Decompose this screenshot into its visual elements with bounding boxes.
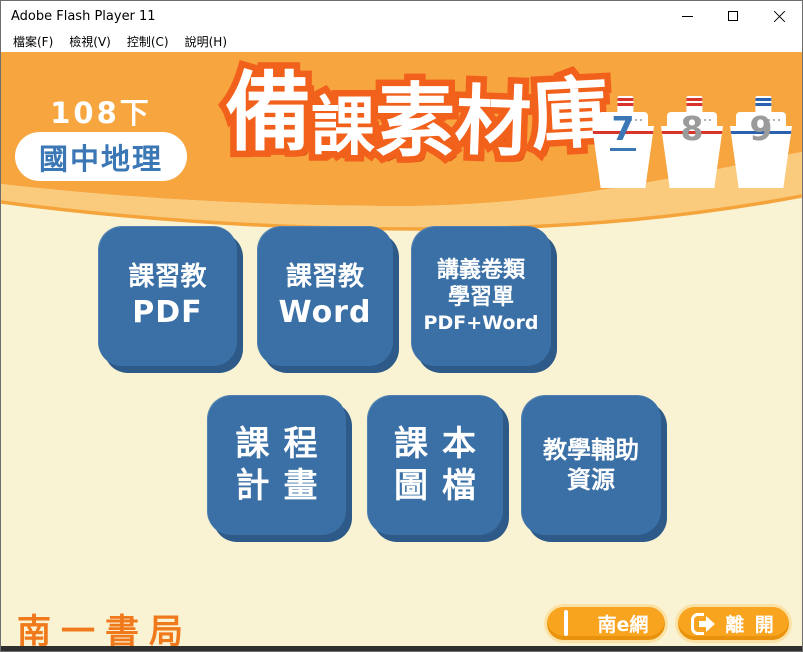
exit-button[interactable]: 離 開 bbox=[675, 604, 792, 643]
menu-bar: 檔案(F) 檢視(V) 控制(C) 說明(H) bbox=[1, 31, 802, 52]
button-line: 教學輔助 bbox=[543, 436, 639, 464]
nan-e-web-button[interactable]: 南e網 bbox=[544, 604, 668, 643]
grade-number: 7 bbox=[592, 112, 654, 151]
button-line: 圖檔 bbox=[394, 466, 490, 506]
menu-help[interactable]: 說明(H) bbox=[177, 31, 235, 52]
button-line: PDF+Word bbox=[423, 311, 539, 334]
monitor-icon bbox=[563, 609, 590, 636]
menu-view[interactable]: 檢視(V) bbox=[61, 31, 119, 52]
subject-badge: 國中地理 bbox=[15, 132, 187, 181]
grade-tab-8[interactable]: 8 bbox=[661, 96, 723, 188]
button-line: 資源 bbox=[567, 466, 615, 494]
page-title: 備課素材庫 備課素材庫 bbox=[219, 62, 618, 220]
flash-stage: 108下 國中地理 備課素材庫 備課素材庫 7 8 9 課習教 PDF 課習教 … bbox=[1, 52, 802, 651]
button-line: 課本 bbox=[394, 423, 490, 464]
grade-tab-7[interactable]: 7 bbox=[592, 96, 654, 188]
grade-tabs: 7 8 9 bbox=[592, 96, 792, 188]
nan-e-web-label: 南e網 bbox=[597, 614, 649, 636]
button-kexijiao-word[interactable]: 課習教 Word bbox=[257, 226, 393, 366]
window-controls bbox=[664, 1, 802, 31]
button-line: 課習教 bbox=[128, 262, 207, 292]
button-line: PDF bbox=[132, 294, 203, 330]
button-line: 課習教 bbox=[285, 262, 364, 292]
minimize-icon bbox=[681, 15, 693, 17]
close-button[interactable] bbox=[756, 1, 802, 31]
menu-file[interactable]: 檔案(F) bbox=[5, 31, 61, 52]
button-line: 學習單 bbox=[447, 285, 514, 311]
page-title-text: 備課素材庫 bbox=[225, 63, 612, 168]
maximize-button[interactable] bbox=[710, 1, 756, 31]
menu-control[interactable]: 控制(C) bbox=[119, 31, 177, 52]
exit-label: 離 開 bbox=[725, 614, 776, 636]
stage-bottom-strip bbox=[1, 646, 802, 651]
minimize-button[interactable] bbox=[664, 1, 710, 31]
button-kexijiao-pdf[interactable]: 課習教 PDF bbox=[98, 226, 237, 366]
maximize-icon bbox=[728, 11, 738, 21]
grade-tab-9[interactable]: 9 bbox=[730, 96, 792, 188]
grade-number: 8 bbox=[680, 109, 704, 148]
window: Adobe Flash Player 11 檔案(F) 檢視(V) 控制(C) … bbox=[0, 0, 803, 652]
button-teaching-aids[interactable]: 教學輔助 資源 bbox=[521, 395, 661, 535]
button-textbook-images[interactable]: 課本 圖檔 bbox=[367, 395, 503, 535]
window-title: Adobe Flash Player 11 bbox=[11, 8, 156, 24]
exit-icon bbox=[691, 612, 717, 636]
button-line: 計畫 bbox=[235, 466, 332, 506]
grade-number: 9 bbox=[749, 109, 773, 148]
semester-label: 108下 bbox=[50, 96, 152, 130]
button-line: 課程 bbox=[235, 423, 332, 464]
button-handout-sheets[interactable]: 講義卷類 學習單 PDF+Word bbox=[411, 226, 551, 366]
publisher-logo: 南一書局 bbox=[17, 612, 193, 651]
button-line: 講義卷類 bbox=[436, 257, 525, 283]
title-bar: Adobe Flash Player 11 bbox=[1, 1, 802, 31]
button-course-plan[interactable]: 課程 計畫 bbox=[207, 395, 346, 535]
close-icon bbox=[773, 10, 786, 23]
button-line: Word bbox=[278, 294, 372, 330]
